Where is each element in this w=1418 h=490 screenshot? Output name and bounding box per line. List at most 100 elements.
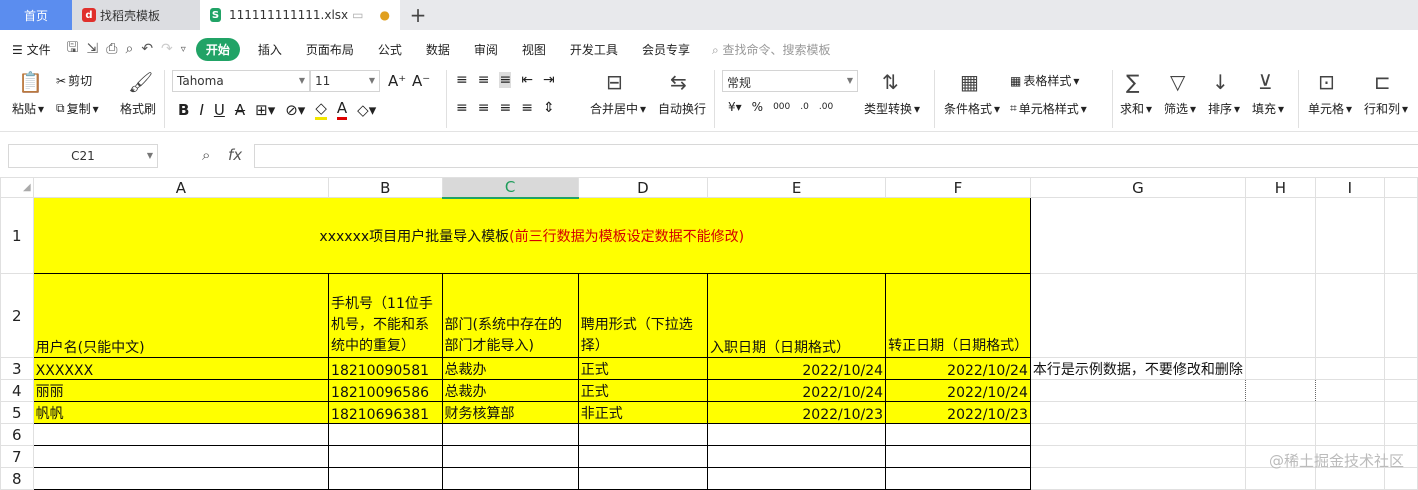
cell[interactable]	[885, 467, 1031, 490]
cell-username[interactable]: 丽丽	[32, 379, 330, 402]
cell[interactable]	[1029, 445, 1246, 468]
cell[interactable]	[1383, 273, 1418, 358]
thousands-icon[interactable]: 000	[773, 102, 790, 112]
col-header-h[interactable]: H	[1244, 177, 1316, 198]
cell-hire-date[interactable]: 2022/10/24	[707, 379, 887, 402]
wrap-text-button[interactable]: 自动换行	[658, 100, 706, 117]
header-department[interactable]: 部门(系统中存在的部门才能导入)	[441, 273, 579, 358]
header-username[interactable]: 用户名(只能中文)	[32, 273, 330, 358]
menu-review[interactable]: 审阅	[462, 41, 510, 58]
bold-icon[interactable]: B	[178, 101, 189, 119]
clear-icon[interactable]: ◇▾	[357, 101, 376, 119]
tab-templates[interactable]: d 找稻壳模板	[72, 0, 200, 30]
col-header-e[interactable]: E	[707, 177, 887, 198]
decrease-decimal-icon[interactable]: .00	[819, 102, 833, 112]
cell[interactable]	[1314, 401, 1385, 424]
align-bottom-icon[interactable]: ≡	[499, 72, 512, 88]
cell[interactable]	[328, 423, 443, 446]
cell[interactable]	[1244, 379, 1316, 402]
outdent-icon[interactable]: ⇤	[521, 72, 533, 88]
cell-regular-date[interactable]: 2022/10/24	[885, 379, 1031, 402]
cell-button[interactable]: 单元格 ▾	[1308, 100, 1352, 117]
align-right-icon[interactable]: ≡	[499, 100, 511, 116]
tab-home[interactable]: 首页	[0, 0, 72, 30]
cell[interactable]	[1029, 379, 1246, 402]
cell[interactable]	[1383, 401, 1418, 424]
cell[interactable]	[577, 423, 709, 446]
sum-button[interactable]: 求和 ▾	[1120, 100, 1152, 117]
font-color-icon[interactable]: A	[336, 99, 348, 120]
header-hire-date[interactable]: 入职日期（日期格式）	[707, 273, 887, 358]
cell-regular-date[interactable]: 2022/10/23	[885, 401, 1031, 424]
menu-formula[interactable]: 公式	[366, 41, 414, 58]
cell[interactable]	[1314, 357, 1385, 380]
fill-button[interactable]: 填充 ▾	[1252, 100, 1284, 117]
header-regular-date[interactable]: 转正日期（日期格式）	[885, 273, 1031, 358]
row-header-1[interactable]: 1	[0, 197, 34, 274]
cell[interactable]	[885, 445, 1031, 468]
cell-department[interactable]: 总裁办	[441, 357, 579, 380]
col-header-c[interactable]: C	[441, 177, 579, 199]
merge-center-button[interactable]: 合并居中 ▾	[590, 100, 646, 117]
align-left-icon[interactable]: ≡	[456, 100, 468, 116]
menu-start[interactable]: 开始	[195, 37, 240, 61]
conditional-format-button[interactable]: 条件格式 ▾	[944, 100, 1000, 117]
select-all-corner[interactable]: ◢	[0, 177, 34, 198]
indent-icon[interactable]: ⇥	[543, 72, 555, 88]
save-icon[interactable]: 🖫	[63, 37, 83, 61]
menu-member[interactable]: 会员专享	[630, 41, 702, 58]
cell[interactable]	[328, 467, 443, 490]
underline-icon[interactable]: U	[214, 101, 225, 119]
font-family-select[interactable]: Tahoma ▼	[172, 70, 310, 92]
paste-icon[interactable]: 📋	[18, 70, 43, 94]
cell[interactable]	[1314, 273, 1385, 358]
row-col-button[interactable]: 行和列 ▾	[1364, 100, 1408, 117]
menu-data[interactable]: 数据	[414, 41, 462, 58]
name-box[interactable]: C21 ▼	[8, 144, 158, 168]
cell[interactable]	[1029, 423, 1246, 446]
cell[interactable]	[441, 445, 579, 468]
cell[interactable]	[441, 467, 579, 490]
monitor-icon[interactable]: ▭	[352, 8, 363, 22]
row-header-5[interactable]: 5	[0, 401, 34, 424]
cell-phone[interactable]: 18210696381	[328, 401, 443, 424]
row-header-7[interactable]: 7	[0, 445, 34, 468]
cell[interactable]	[1244, 357, 1316, 380]
percent-icon[interactable]: %	[752, 100, 763, 114]
header-phone[interactable]: 手机号（11位手机号，不能和系统中的重复）	[328, 273, 443, 358]
italic-icon[interactable]: I	[199, 101, 203, 119]
cell[interactable]	[32, 423, 330, 446]
align-middle-icon[interactable]: ≡	[478, 72, 490, 88]
cell[interactable]	[707, 423, 887, 446]
cell-format-icon[interactable]: ⊘▾	[285, 101, 305, 119]
cell[interactable]	[32, 445, 330, 468]
row-header-3[interactable]: 3	[0, 357, 34, 380]
cell[interactable]	[577, 467, 709, 490]
file-menu[interactable]: ☰ 文件	[12, 41, 63, 58]
col-header-j[interactable]	[1383, 177, 1418, 198]
decrease-font-icon[interactable]: A⁻	[412, 72, 430, 90]
cell-regular-date[interactable]: 2022/10/24	[885, 357, 1031, 380]
row-header-8[interactable]: 8	[0, 467, 34, 490]
cell-employment-type[interactable]: 正式	[577, 357, 709, 380]
cell[interactable]	[1383, 423, 1418, 446]
cell-phone[interactable]: 18210090581	[328, 357, 443, 380]
undo-icon[interactable]: ↶	[137, 41, 157, 57]
cell[interactable]	[1383, 379, 1418, 402]
new-tab-button[interactable]: +	[400, 0, 436, 30]
cell[interactable]	[1314, 197, 1385, 274]
command-search[interactable]: ⌕ 查找命令、搜索模板	[712, 41, 831, 58]
cell-department[interactable]: 总裁办	[441, 379, 579, 402]
cell[interactable]	[328, 445, 443, 468]
cell[interactable]	[707, 467, 887, 490]
cell[interactable]	[1029, 197, 1246, 274]
format-painter-button[interactable]: 格式刷	[120, 100, 156, 117]
cell-phone[interactable]: 18210096586	[328, 379, 443, 402]
distribute-icon[interactable]: ⇕	[543, 100, 555, 116]
cell-hire-date[interactable]: 2022/10/24	[707, 357, 887, 380]
strikethrough-icon[interactable]: A	[235, 101, 245, 119]
cell-employment-type[interactable]: 正式	[577, 379, 709, 402]
currency-icon[interactable]: ¥▾	[728, 100, 742, 114]
cell[interactable]	[1244, 273, 1316, 358]
table-style-button[interactable]: ▦ 表格样式 ▾	[1010, 72, 1079, 89]
